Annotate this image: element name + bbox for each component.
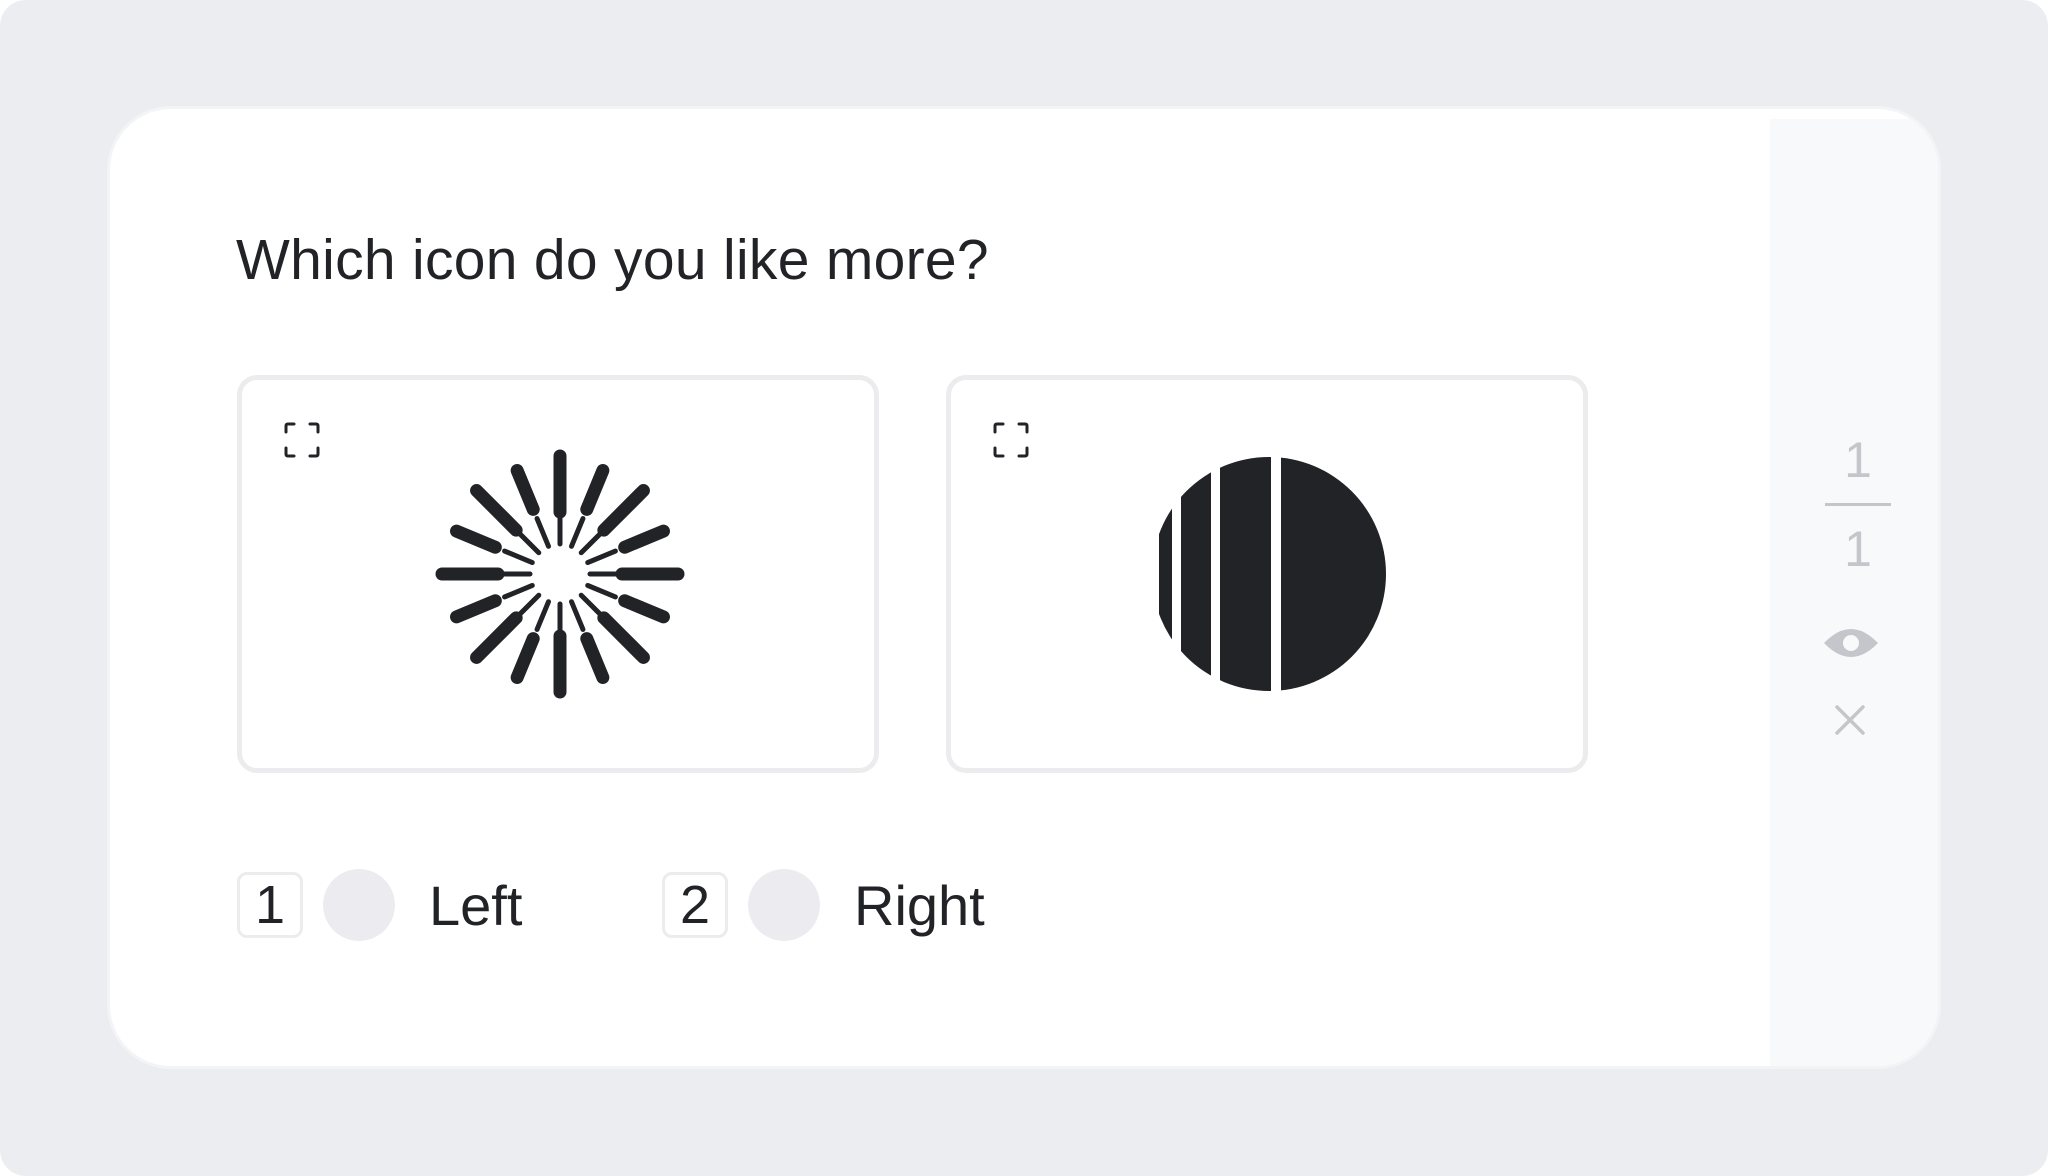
progress-divider [1825,503,1891,506]
progress-current: 1 [1844,432,1872,488]
progress-total: 1 [1844,521,1872,577]
radiating-burst-icon [435,449,685,699]
eye-icon[interactable] [1822,623,1880,663]
progress-counter: 1 1 [1818,435,1898,574]
choice-left: 1 Left [237,869,522,941]
choice-label-right[interactable]: Right [854,873,985,938]
option-card-left[interactable] [237,375,879,773]
shortcut-key-badge: 1 [237,872,303,938]
shortcut-key-badge: 2 [662,872,728,938]
choice-label-left[interactable]: Left [429,873,522,938]
close-icon[interactable] [1833,703,1867,737]
option-card-right[interactable] [946,375,1588,773]
choice-right: 2 Right [662,869,985,941]
side-panel [1770,119,1938,1066]
question-title: Which icon do you like more? [236,228,989,292]
expand-icon[interactable] [284,422,320,458]
expand-icon[interactable] [993,422,1029,458]
survey-card: Which icon do you like more? 1 Left 2 Ri… [107,106,1941,1069]
radio-right[interactable] [748,869,820,941]
radio-left[interactable] [323,869,395,941]
striped-half-circle-icon [1159,457,1386,691]
